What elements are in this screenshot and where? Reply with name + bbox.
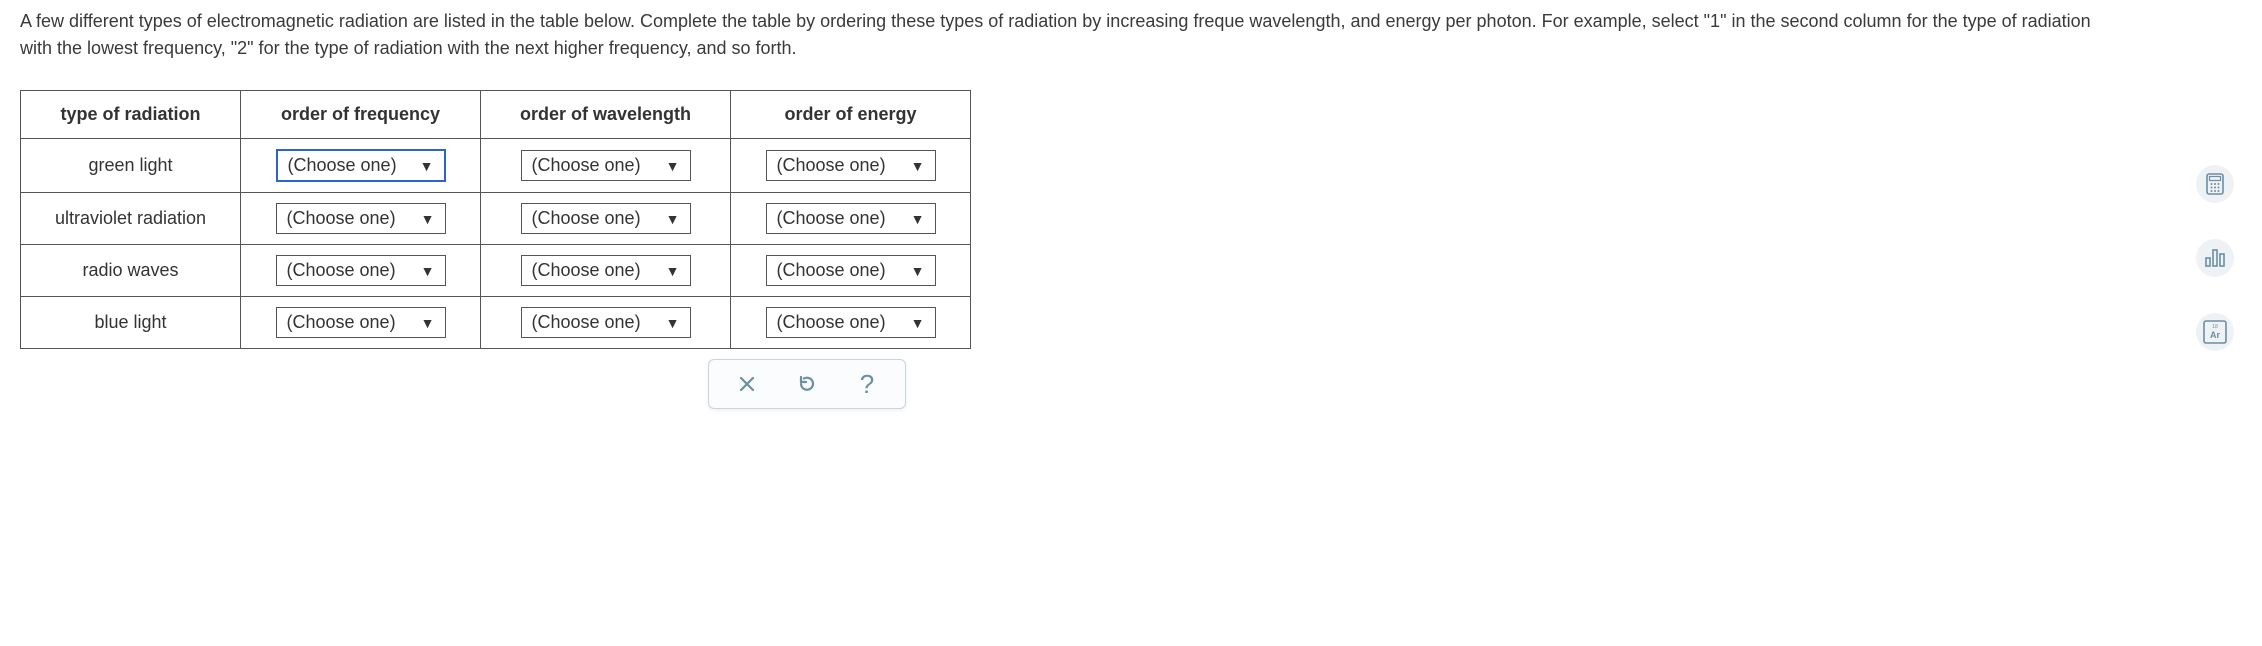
chevron-down-icon: ▼ xyxy=(421,263,435,279)
header-frequency: order of frequency xyxy=(241,91,481,139)
header-type: type of radiation xyxy=(21,91,241,139)
stats-button[interactable] xyxy=(2196,239,2234,277)
wavelength-dropdown[interactable]: (Choose one) ▼ xyxy=(521,203,691,234)
chevron-down-icon: ▼ xyxy=(666,315,680,331)
calculator-button[interactable] xyxy=(2196,165,2234,203)
table-row: radio waves (Choose one)▼ (Choose one)▼ … xyxy=(21,245,971,297)
dropdown-label: (Choose one) xyxy=(287,312,396,333)
energy-dropdown[interactable]: (Choose one) ▼ xyxy=(766,307,936,338)
dropdown-label: (Choose one) xyxy=(287,260,396,281)
energy-dropdown[interactable]: (Choose one) ▼ xyxy=(766,255,936,286)
dropdown-label: (Choose one) xyxy=(777,155,886,176)
answer-controls: ? xyxy=(708,359,906,409)
dropdown-label: (Choose one) xyxy=(532,312,641,333)
dropdown-label: (Choose one) xyxy=(532,155,641,176)
frequency-dropdown[interactable]: (Choose one) ▼ xyxy=(276,255,446,286)
energy-dropdown[interactable]: (Choose one) ▼ xyxy=(766,203,936,234)
periodic-element-icon: 18Ar xyxy=(2202,319,2228,345)
bar-chart-icon xyxy=(2204,248,2226,268)
wavelength-dropdown[interactable]: (Choose one) ▼ xyxy=(521,150,691,181)
dropdown-label: (Choose one) xyxy=(777,208,886,229)
chevron-down-icon: ▼ xyxy=(911,315,925,331)
chevron-down-icon: ▼ xyxy=(421,315,435,331)
clear-button[interactable] xyxy=(733,370,761,398)
chevron-down-icon: ▼ xyxy=(420,158,434,174)
table-row: green light (Choose one)▼ (Choose one)▼ … xyxy=(21,139,971,193)
chevron-down-icon: ▼ xyxy=(421,211,435,227)
header-wavelength: order of wavelength xyxy=(481,91,731,139)
frequency-dropdown[interactable]: (Choose one) ▼ xyxy=(276,149,446,182)
radiation-type: green light xyxy=(21,139,241,193)
frequency-dropdown[interactable]: (Choose one) ▼ xyxy=(276,203,446,234)
radiation-table: type of radiation order of frequency ord… xyxy=(20,90,971,349)
periodic-table-button[interactable]: 18Ar xyxy=(2196,313,2234,351)
svg-text:Ar: Ar xyxy=(2210,330,2220,340)
calculator-icon xyxy=(2205,173,2225,195)
energy-dropdown[interactable]: (Choose one) ▼ xyxy=(766,150,936,181)
radiation-type: ultraviolet radiation xyxy=(21,193,241,245)
dropdown-label: (Choose one) xyxy=(777,312,886,333)
table-row: ultraviolet radiation (Choose one) ▼ (Cho… xyxy=(21,193,971,245)
frequency-dropdown[interactable]: (Choose one) ▼ xyxy=(276,307,446,338)
wavelength-dropdown[interactable]: (Choose one) ▼ xyxy=(521,255,691,286)
close-icon xyxy=(738,375,756,393)
header-energy: order of energy xyxy=(731,91,971,139)
dropdown-label: (Choose one) xyxy=(287,208,396,229)
undo-icon xyxy=(796,373,818,395)
question-instructions: A few different types of electromagnetic… xyxy=(20,8,2120,62)
chevron-down-icon: ▼ xyxy=(666,263,680,279)
chevron-down-icon: ▼ xyxy=(911,158,925,174)
dropdown-label: (Choose one) xyxy=(532,260,641,281)
radiation-type: radio waves xyxy=(21,245,241,297)
dropdown-label: (Choose one) xyxy=(532,208,641,229)
dropdown-label: (Choose one) xyxy=(288,155,397,176)
chevron-down-icon: ▼ xyxy=(666,158,680,174)
help-button[interactable]: ? xyxy=(853,370,881,398)
wavelength-dropdown[interactable]: (Choose one) ▼ xyxy=(521,307,691,338)
chevron-down-icon: ▼ xyxy=(911,263,925,279)
question-icon: ? xyxy=(860,369,874,400)
chevron-down-icon: ▼ xyxy=(911,211,925,227)
table-row: blue light (Choose one) ▼ (Choose one) ▼ (… xyxy=(21,297,971,349)
chevron-down-icon: ▼ xyxy=(666,211,680,227)
tool-sidebar: 18Ar xyxy=(2196,165,2234,351)
radiation-type: blue light xyxy=(21,297,241,349)
reset-button[interactable] xyxy=(793,370,821,398)
dropdown-label: (Choose one) xyxy=(777,260,886,281)
